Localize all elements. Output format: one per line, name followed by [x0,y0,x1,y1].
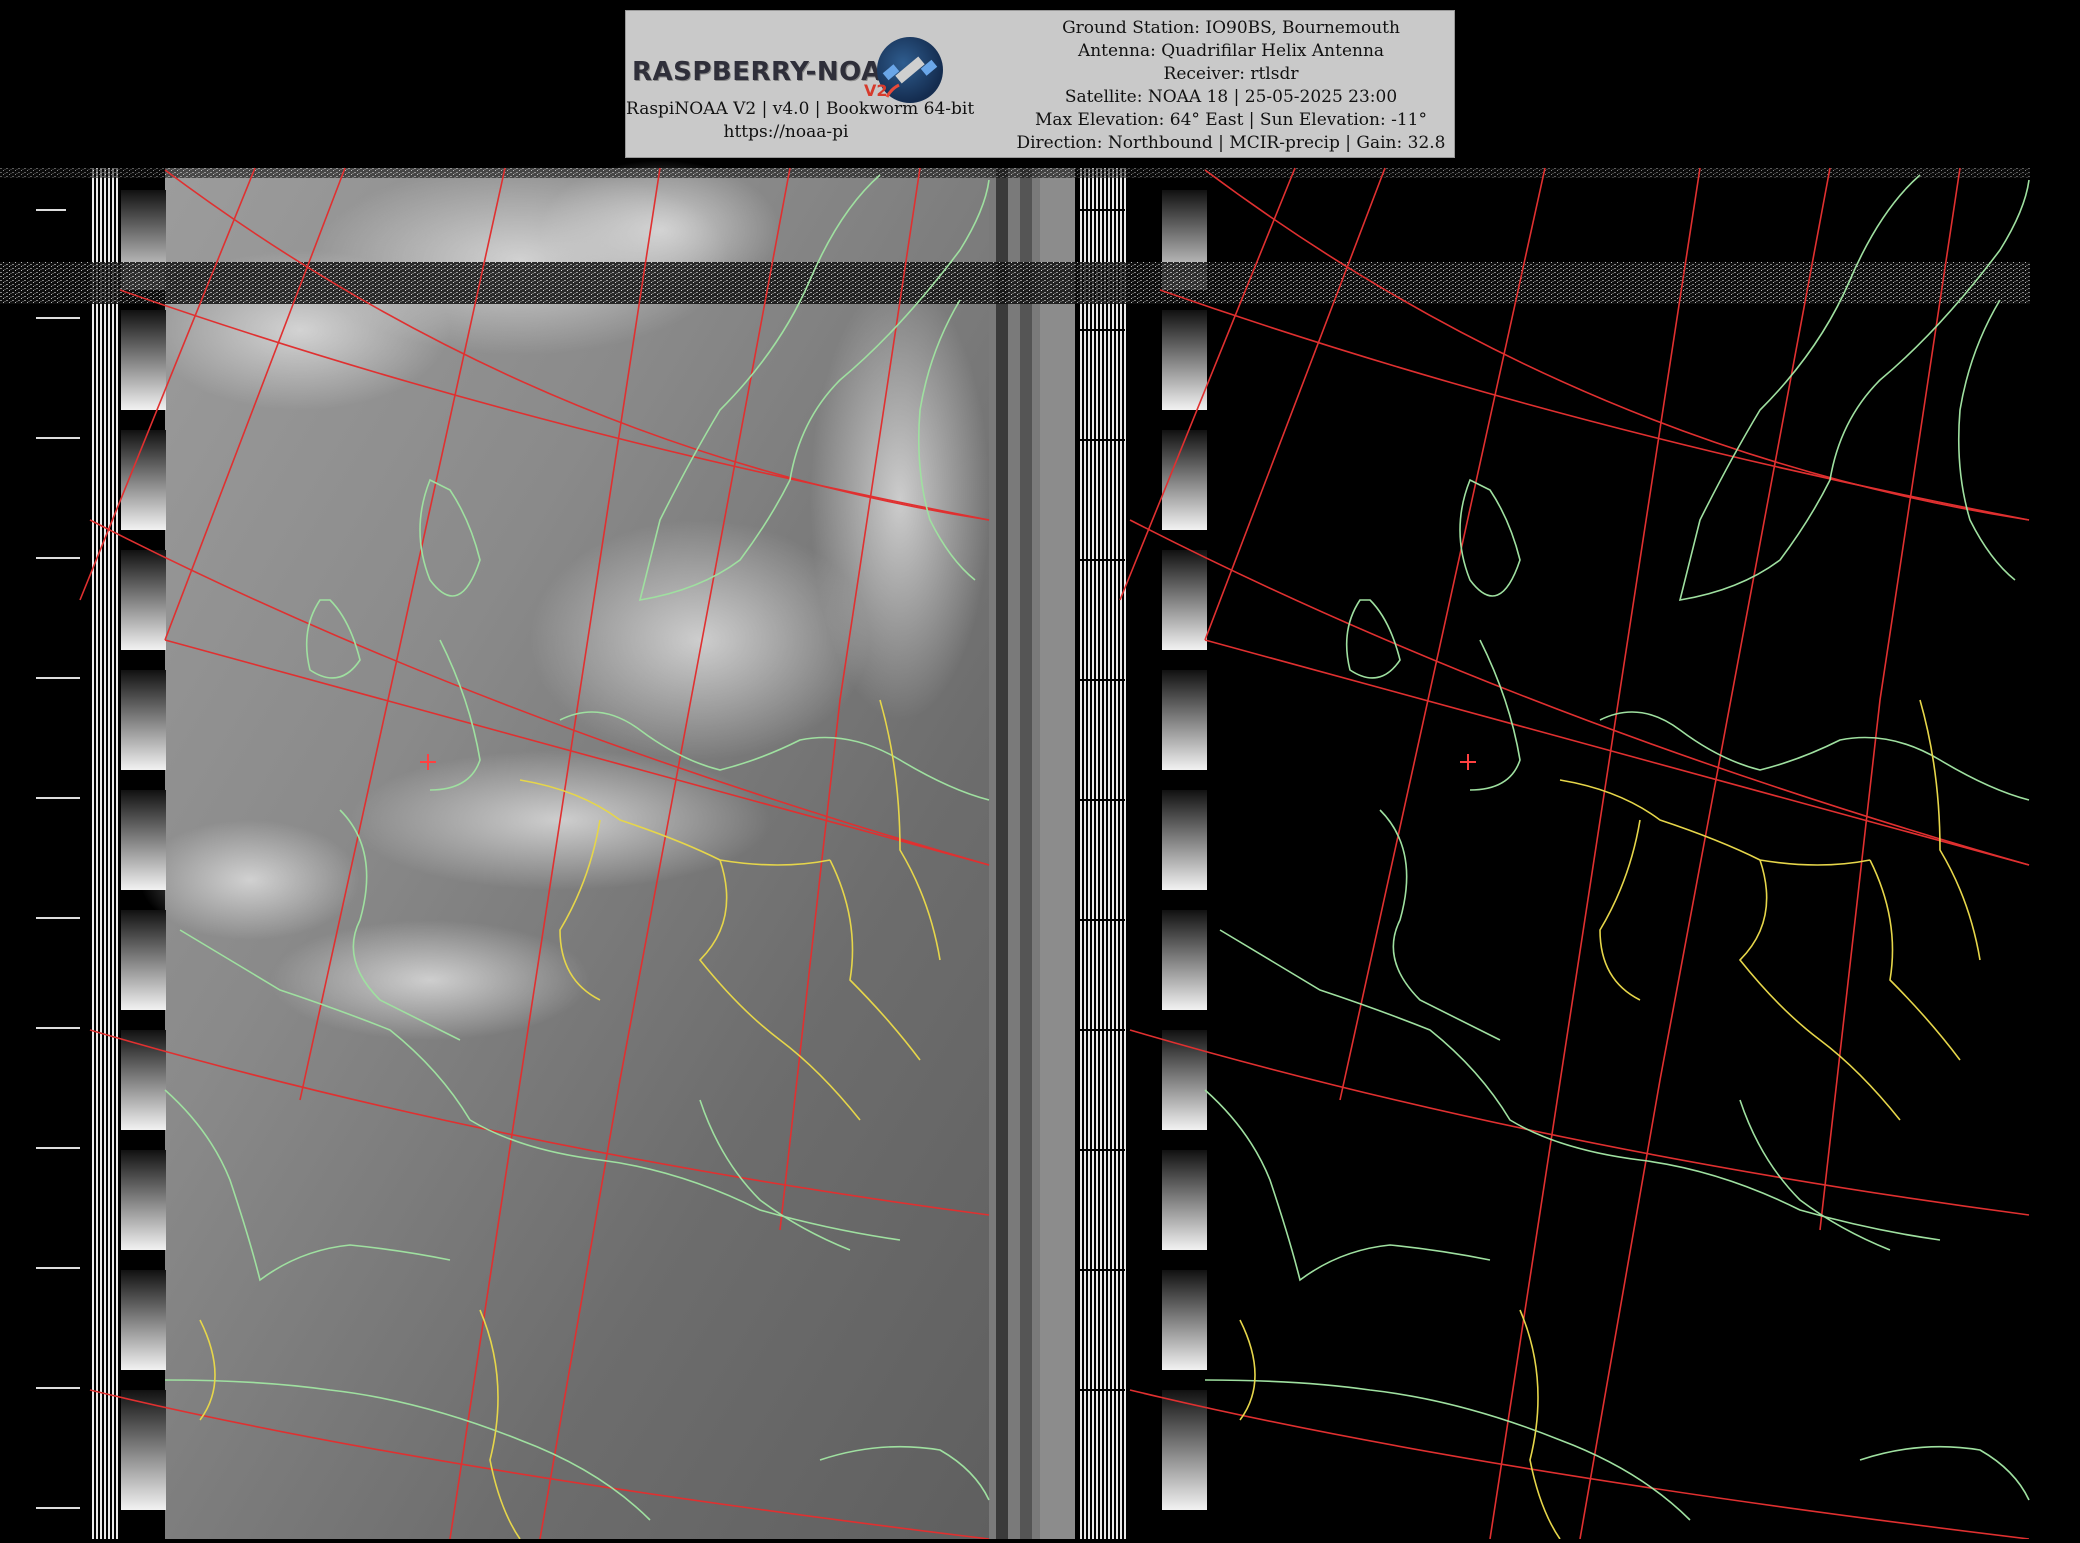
logo-version: V2 [864,81,888,100]
sync-b [1080,168,1126,1539]
right-margin [2030,168,2080,1539]
minute-markers [36,209,80,1509]
software-version: RaspiNOAA V2 | v4.0 | Bookworm 64-bit [626,99,975,119]
website-link[interactable]: https://noaa-pi [626,122,946,142]
satellite-image: RASPBERRY-NOAA V2 RaspiNOAA V2 | v4.0 | … [0,0,2080,1540]
info-antenna: Antenna: Quadrifilar Helix Antenna [1077,41,1385,61]
info-receiver: Receiver: rtlsdr [1163,64,1299,84]
info-satellite: Satellite: NOAA 18 | 25-05-2025 23:00 [1064,87,1398,107]
apt-image-svg [0,160,2080,1540]
sync-a [92,168,119,1539]
info-direction: Direction: Northbound | MCIR-precip | Ga… [1016,133,1446,153]
info-elevation: Max Elevation: 64° East | Sun Elevation:… [1035,110,1427,130]
raspberry-noaa-logo: RASPBERRY-NOAA V2 [632,23,943,103]
noise-top [0,168,2080,178]
header-panel: RASPBERRY-NOAA V2 RaspiNOAA V2 | v4.0 | … [625,10,1455,158]
logo-text: RASPBERRY-NOAA [632,57,903,87]
pass-info: Ground Station: IO90BS, Bournemouth Ante… [1006,17,1456,155]
calibration-wedges-a [121,190,166,1510]
info-ground-station: Ground Station: IO90BS, Bournemouth [1062,18,1400,38]
calibration-wedges-b [1162,190,1207,1510]
noise-band [0,262,2080,304]
channel-b-background [1208,168,2028,1539]
